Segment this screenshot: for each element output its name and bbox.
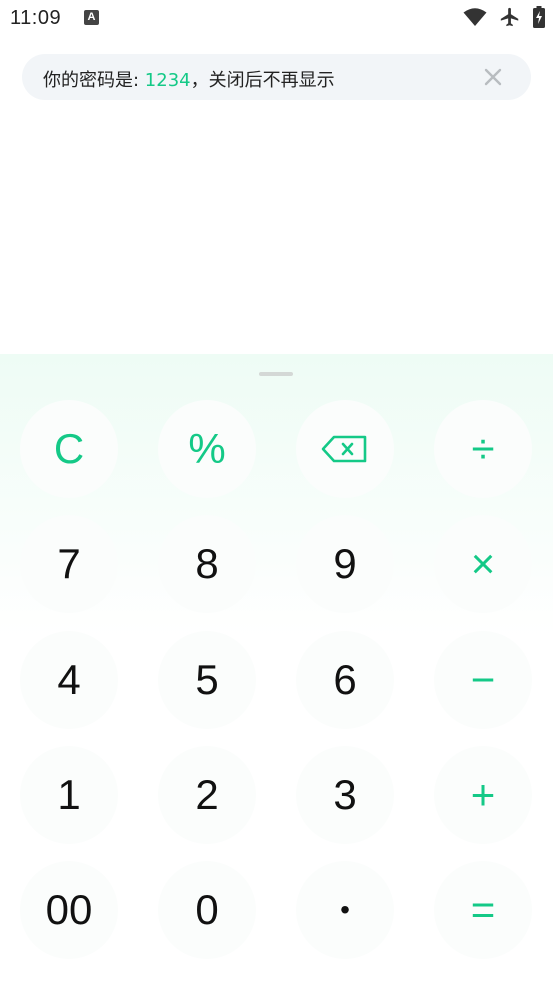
digit-0-label: 0 (195, 886, 219, 933)
drag-handle[interactable] (259, 372, 293, 376)
minus-button[interactable]: − (434, 631, 532, 729)
toast-prefix: 你的密码是: (43, 70, 145, 91)
decimal-point-button[interactable]: • (296, 861, 394, 959)
digit-2-label: 2 (195, 771, 219, 818)
digit-6-button[interactable]: 6 (296, 631, 394, 729)
battery-charging-icon (533, 6, 545, 28)
wifi-icon (463, 8, 487, 26)
status-icons (463, 6, 545, 28)
digit-6-label: 6 (333, 656, 357, 703)
digit-7-label: 7 (57, 540, 81, 587)
digit-4-button[interactable]: 4 (20, 631, 118, 729)
plus-label: + (470, 771, 496, 818)
divide-button[interactable]: ÷ (434, 400, 532, 498)
notification-a-icon: A (84, 10, 99, 25)
backspace-icon (321, 435, 367, 463)
digit-1-label: 1 (57, 771, 81, 818)
calculator-keypad: C % ÷ 7 8 9 × 4 5 6 − 1 2 3 + 00 0 • = (0, 354, 553, 983)
digit-0-button[interactable]: 0 (158, 861, 256, 959)
divide-label: ÷ (471, 425, 495, 472)
minus-label: − (470, 656, 496, 703)
status-bar: 11:09 A (0, 0, 553, 36)
airplane-mode-icon (500, 7, 519, 27)
clear-button[interactable]: C (20, 400, 118, 498)
digit-5-label: 5 (195, 656, 219, 703)
clear-label: C (53, 425, 85, 472)
toast-message: 你的密码是: 1234，关闭后不再显示 (43, 66, 335, 92)
digit-7-button[interactable]: 7 (20, 515, 118, 613)
digit-8-button[interactable]: 8 (158, 515, 256, 613)
equals-button[interactable]: = (434, 861, 532, 959)
digit-1-button[interactable]: 1 (20, 746, 118, 844)
multiply-label: × (470, 540, 496, 587)
status-time: 11:09 (10, 7, 62, 29)
plus-button[interactable]: + (434, 746, 532, 844)
digit-2-button[interactable]: 2 (158, 746, 256, 844)
digit-8-label: 8 (195, 540, 219, 587)
digit-9-button[interactable]: 9 (296, 515, 394, 613)
multiply-button[interactable]: × (434, 515, 532, 613)
password-toast: 你的密码是: 1234，关闭后不再显示 (22, 54, 531, 100)
digit-4-label: 4 (57, 656, 81, 703)
digit-9-label: 9 (333, 540, 357, 587)
toast-password: 1234 (144, 70, 191, 91)
double-zero-button[interactable]: 00 (20, 861, 118, 959)
equals-label: = (470, 886, 496, 933)
digit-3-label: 3 (333, 771, 357, 818)
double-zero-label: 00 (45, 886, 93, 933)
decimal-point-label: • (340, 894, 350, 925)
toast-suffix: ，关闭后不再显示 (190, 70, 335, 91)
backspace-button[interactable] (296, 400, 394, 498)
digit-5-button[interactable]: 5 (158, 631, 256, 729)
digit-3-button[interactable]: 3 (296, 746, 394, 844)
percent-label: % (188, 425, 226, 472)
percent-button[interactable]: % (158, 400, 256, 498)
close-icon[interactable] (483, 67, 503, 87)
